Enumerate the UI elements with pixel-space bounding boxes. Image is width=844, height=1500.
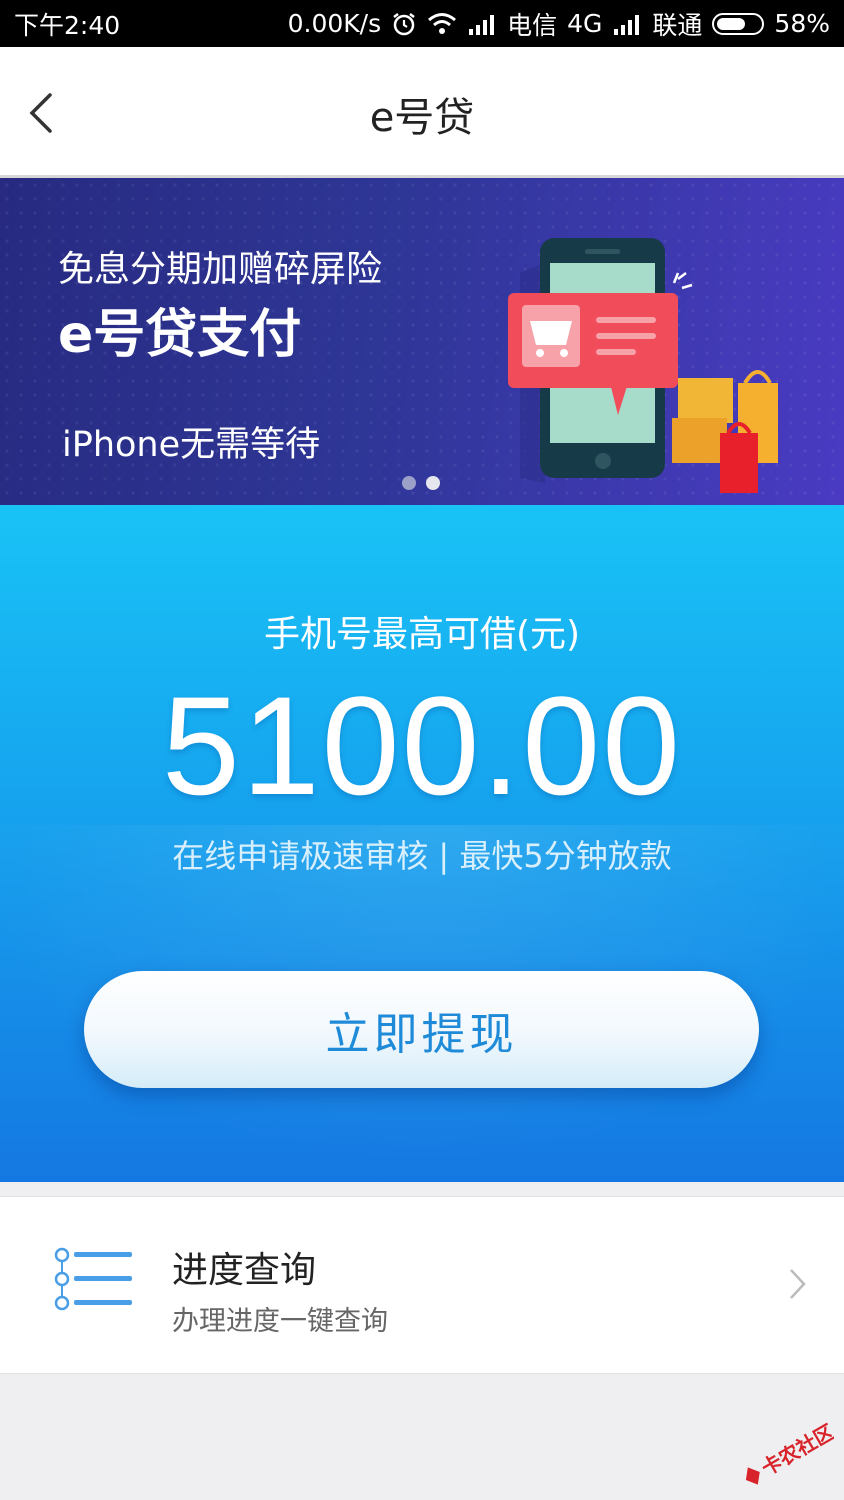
progress-query-subtitle: 办理进度一键查询 xyxy=(172,1306,388,1337)
banner-tagline: iPhone无需等待 xyxy=(62,425,321,465)
battery-level: 58% xyxy=(774,9,830,38)
status-time: 下午2:40 xyxy=(14,10,121,40)
battery-icon xyxy=(712,12,765,35)
banner-headline: e号贷支付 xyxy=(58,305,302,365)
community-watermark: 卡农社区 xyxy=(745,1420,834,1485)
carousel-dot[interactable] xyxy=(402,476,416,490)
carousel-dots xyxy=(402,476,440,490)
carrier-1: 电信 xyxy=(507,10,558,40)
status-indicators: 0.00K/s 电信 4G 联通 58% xyxy=(288,6,830,42)
page-title: e号贷 xyxy=(369,95,475,141)
signal-icon xyxy=(467,13,497,35)
credit-limit-amount: 5100.00 xyxy=(161,667,683,824)
alarm-icon xyxy=(391,11,417,37)
progress-list-icon xyxy=(54,1247,132,1311)
banner-subtitle: 免息分期加赠碎屏险 xyxy=(58,249,383,290)
promo-banner[interactable]: 免息分期加赠碎屏险 e号贷支付 iPhone无需等待 xyxy=(0,178,844,505)
status-bar: 下午2:40 0.00K/s 电信 4G 联通 58% xyxy=(0,0,844,47)
withdraw-button[interactable]: 立即提现 xyxy=(84,971,759,1088)
network-type: 4G xyxy=(567,9,603,38)
carrier-2: 联通 xyxy=(652,10,703,40)
chevron-right-icon xyxy=(790,1269,806,1299)
progress-query-title: 进度查询 xyxy=(172,1250,317,1291)
wifi-icon xyxy=(427,12,457,36)
signal-icon xyxy=(612,13,642,35)
carousel-dot-active[interactable] xyxy=(426,476,440,490)
credit-limit-label: 手机号最高可借(元) xyxy=(263,614,581,655)
approval-description: 在线申请极速审核 | 最快5分钟放款 xyxy=(172,837,672,875)
svg-text:卡农社区: 卡农社区 xyxy=(757,1420,834,1481)
app-header: e号贷 xyxy=(0,47,844,178)
phone-shopping-illustration xyxy=(508,238,778,493)
progress-query-row[interactable]: 进度查询 办理进度一键查询 xyxy=(0,1196,844,1374)
network-speed: 0.00K/s xyxy=(287,9,382,38)
loan-hero: 手机号最高可借(元) 5100.00 在线申请极速审核 | 最快5分钟放款 立即… xyxy=(0,505,844,1182)
